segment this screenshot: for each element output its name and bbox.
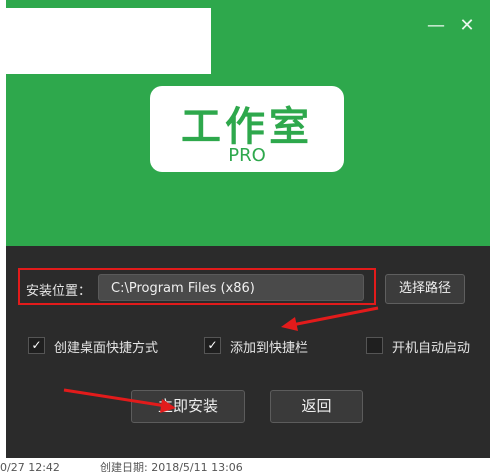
white-overlay-patch [6,8,211,74]
install-path-input[interactable]: C:\Program Files (x86) [98,274,364,301]
minimize-icon[interactable]: — [424,14,448,38]
logo-title: 工作室 [181,104,313,150]
installer-header: — ✕ 工作室 PRO [6,0,490,246]
back-button[interactable]: 返回 [270,390,363,423]
app-logo: 工作室 PRO [150,86,344,172]
autostart-label: 开机自动启动 [392,341,471,356]
install-now-button[interactable]: 立即安装 [131,390,245,423]
footer-time-text: 0/27 12:42 [0,461,60,472]
installer-window: — ✕ 工作室 PRO 安装位置： C:\Program Files (x86)… [6,0,490,458]
logo-subtitle: PRO [228,145,266,166]
quick-launch-label: 添加到快捷栏 [230,341,309,356]
desktop-shortcut-checkbox[interactable]: ✓ [28,337,45,354]
footer-created-date: 创建日期: 2018/5/11 13:06 [100,461,243,472]
autostart-checkbox[interactable] [366,337,383,354]
install-path-label: 安装位置： [26,284,92,299]
close-icon[interactable]: ✕ [455,14,479,38]
quick-launch-checkbox[interactable]: ✓ [204,337,221,354]
desktop-shortcut-label: 创建桌面快捷方式 [54,341,159,356]
browse-path-button[interactable]: 选择路径 [385,274,465,304]
